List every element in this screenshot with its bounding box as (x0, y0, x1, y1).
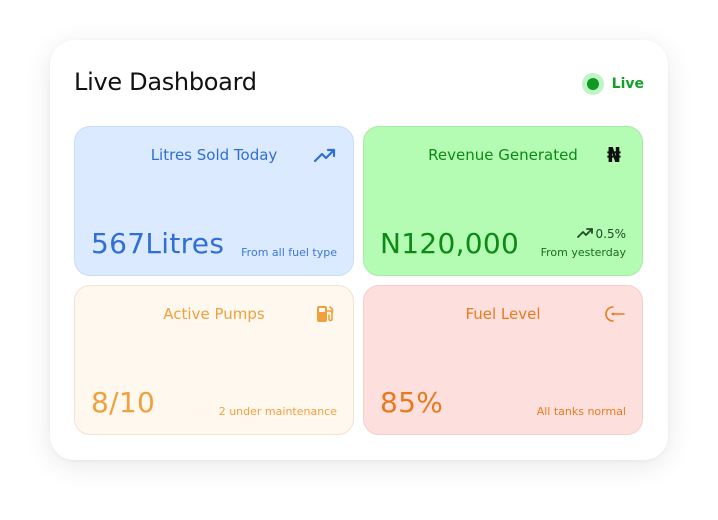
live-status-dot-inner (586, 78, 599, 90)
naira-icon: ₦ (602, 143, 626, 167)
trending-up-icon (313, 143, 337, 167)
fuel-level-note: All tanks normal (536, 405, 626, 418)
revenue-note: From yesterday (540, 246, 626, 259)
active-pumps-tile[interactable]: Active Pumps 8/10 2 under maintenance (74, 285, 354, 435)
naira-glyph: ₦ (607, 143, 621, 167)
litres-sold-value: 567Litres (91, 227, 225, 260)
fuel-pump-icon (313, 302, 337, 326)
litres-sold-note: From all fuel type (241, 246, 337, 259)
revenue-label: Revenue Generated (428, 146, 578, 164)
litres-sold-label: Litres Sold Today (150, 146, 278, 164)
revenue-tile[interactable]: Revenue Generated ₦ N120,000 0.5% From y… (363, 126, 643, 276)
revenue-value: N120,000 (380, 227, 520, 260)
live-label: Live (611, 76, 644, 92)
live-status-dot (581, 73, 604, 95)
live-dashboard-card: Live Dashboard Live Litres Sold Today 56… (50, 40, 668, 460)
fuel-level-label: Fuel Level (465, 305, 541, 323)
revenue-trend: 0.5% (576, 227, 627, 241)
fuel-level-value: 85% (380, 386, 444, 419)
page-title: Live Dashboard (74, 68, 257, 96)
revenue-trend-value: 0.5% (595, 227, 627, 241)
gauge-icon (602, 302, 626, 326)
live-indicator: Live (581, 73, 644, 95)
active-pumps-label: Active Pumps (163, 305, 265, 323)
fuel-level-tile[interactable]: Fuel Level 85% All tanks normal (363, 285, 643, 435)
active-pumps-value: 8/10 (91, 386, 156, 419)
trend-up-small-icon (576, 227, 593, 241)
active-pumps-note: 2 under maintenance (218, 405, 337, 418)
litres-sold-tile[interactable]: Litres Sold Today 567Litres From all fue… (74, 126, 354, 276)
